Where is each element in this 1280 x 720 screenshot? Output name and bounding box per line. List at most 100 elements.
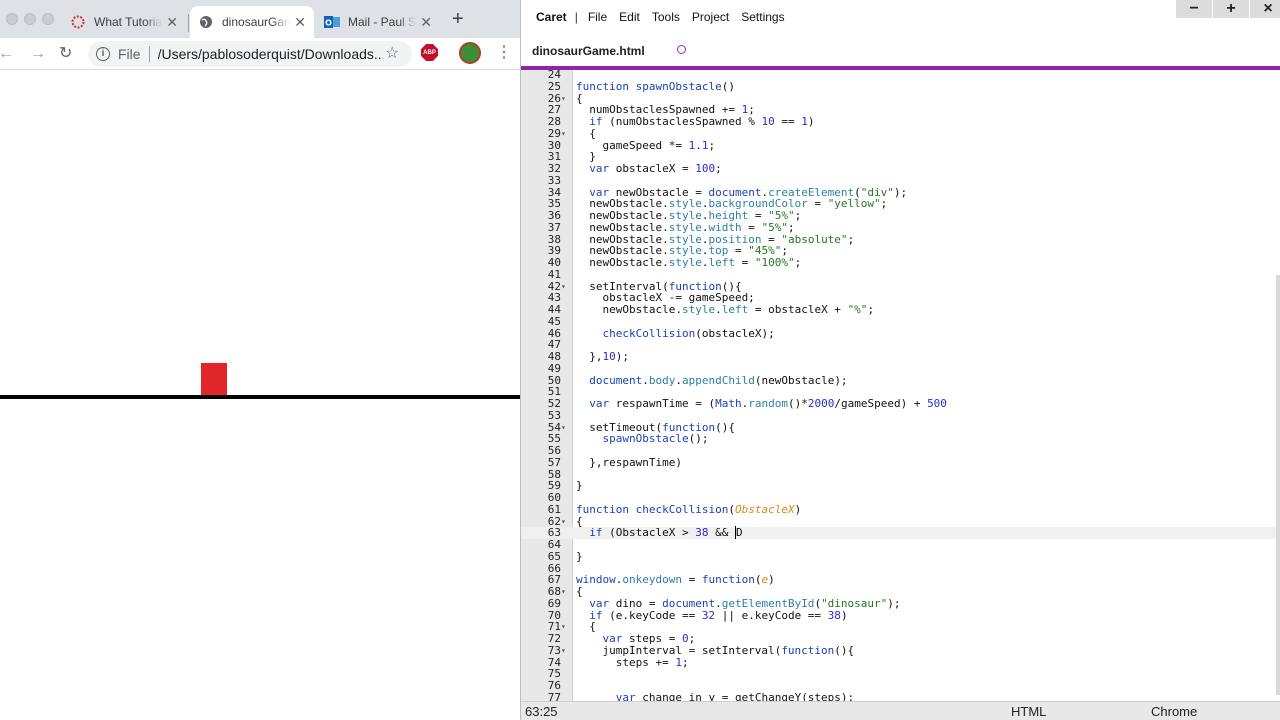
code-text[interactable]: jumpInterval = setInterval(function(){ — [576, 644, 854, 657]
code-text[interactable]: var obstacleX = 100; — [576, 163, 721, 175]
code-line[interactable]: 75 — [521, 668, 1280, 680]
fold-arrow-icon[interactable]: ▾ — [561, 645, 571, 657]
code-text[interactable]: var dino = document.getElementById("dino… — [576, 597, 900, 610]
url-text[interactable]: /Users/pablosoderquist/Downloads... — [158, 46, 383, 62]
code-line[interactable]: 37 newObstacle.style.width = "5%"; — [521, 221, 1280, 234]
close-tab-icon[interactable]: ✕ — [294, 14, 306, 30]
fold-arrow-icon[interactable]: ▾ — [561, 621, 571, 633]
code-text[interactable]: document.body.appendChild(newObstacle); — [576, 374, 847, 387]
browser-tab-mail[interactable]: O Mail - Paul So ✕ — [316, 6, 440, 38]
code-text[interactable]: { — [576, 127, 596, 140]
code-line[interactable]: 32 var obstacleX = 100; — [521, 163, 1280, 175]
extension-avatar-icon[interactable] — [459, 42, 481, 64]
code-text[interactable]: },respawnTime) — [576, 456, 682, 469]
close-tab-icon[interactable]: ✕ — [420, 14, 432, 30]
window-zoom-control[interactable] — [42, 13, 54, 25]
code-text[interactable]: steps += 1; — [576, 656, 689, 669]
code-line[interactable]: 44 newObstacle.style.left = obstacleX + … — [521, 304, 1280, 316]
code-text[interactable]: spawnObstacle(); — [576, 433, 709, 445]
code-line[interactable]: 52 var respawnTime = (Math.random()*2000… — [521, 398, 1280, 410]
code-text[interactable]: newObstacle.style.left = "100%"; — [576, 257, 801, 269]
fold-arrow-icon[interactable]: ▾ — [561, 586, 571, 598]
code-line[interactable]: 46 checkCollision(obstacleX); — [521, 327, 1280, 340]
forward-arrow-icon[interactable]: → — [30, 44, 46, 64]
code-line[interactable]: 68 ▾ { — [521, 586, 1280, 598]
menu-project[interactable]: Project — [692, 10, 729, 24]
code-line[interactable]: 33 — [521, 174, 1280, 187]
code-text[interactable]: gameSpeed *= 1.1; — [576, 139, 715, 152]
browser-tab-dinosaur-game[interactable]: dinosaurGame ✕ — [190, 6, 314, 38]
code-text[interactable]: checkCollision(obstacleX); — [576, 327, 775, 340]
code-text[interactable]: } — [576, 480, 583, 492]
reload-icon[interactable]: ↻ — [59, 44, 72, 64]
bookmark-star-icon[interactable]: ☆ — [385, 43, 399, 63]
code-line[interactable]: 65} — [521, 550, 1280, 563]
unsaved-indicator-icon[interactable] — [677, 45, 686, 54]
code-text[interactable]: if (numObstaclesSpawned % 10 == 1) — [576, 116, 814, 128]
fold-arrow-icon[interactable]: ▾ — [561, 128, 571, 140]
code-text[interactable]: if (ObstacleX > 38 && D — [576, 526, 743, 540]
code-line[interactable]: 72 var steps = 0; — [521, 633, 1280, 645]
code-line[interactable]: 56 — [521, 445, 1280, 457]
code-line[interactable]: 61 function checkCollision(ObstacleX) — [521, 503, 1280, 516]
code-line[interactable]: 55 spawnObstacle(); — [521, 433, 1280, 445]
menu-file[interactable]: File — [588, 10, 607, 24]
fold-arrow-icon[interactable]: ▾ — [561, 422, 571, 434]
code-line[interactable]: 73 ▾ jumpInterval = setInterval(function(… — [521, 644, 1280, 657]
more-menu-icon[interactable]: ⋮ — [496, 42, 512, 64]
fold-arrow-icon[interactable]: ▾ — [561, 93, 571, 105]
code-line[interactable]: 47 — [521, 339, 1280, 351]
code-text[interactable]: } — [576, 550, 583, 563]
address-bar[interactable]: i File /Users/pablosoderquist/Downloads.… — [88, 41, 412, 67]
code-line[interactable]: 40 newObstacle.style.left = "100%"; — [521, 257, 1280, 269]
close-window-button[interactable]: × — [1250, 0, 1280, 18]
code-line[interactable]: 36 newObstacle.style.height = "5%"; — [521, 210, 1280, 222]
code-line[interactable]: 69 var dino = document.getElementById("d… — [521, 597, 1280, 610]
menu-settings[interactable]: Settings — [741, 10, 784, 24]
adblock-extension-icon[interactable]: ABP — [421, 44, 438, 61]
app-name[interactable]: Caret — [536, 10, 567, 24]
file-tab[interactable]: dinosaurGame.html — [521, 34, 701, 68]
code-line-current[interactable]: 63 if (ObstacleX > 38 && D — [521, 526, 1280, 540]
code-text[interactable]: if (e.keyCode == 32 || e.keyCode == 38) — [576, 609, 847, 622]
code-text[interactable]: function checkCollision(ObstacleX) — [576, 503, 801, 516]
code-text[interactable]: var respawnTime = (Math.random()*2000/ga… — [576, 398, 947, 410]
fold-arrow-icon[interactable]: ▾ — [561, 281, 571, 293]
launch-target[interactable]: Chrome — [1151, 704, 1197, 719]
info-icon[interactable]: i — [96, 47, 110, 61]
code-line[interactable]: 67 window.onkeydown = function(e) — [521, 574, 1280, 586]
browser-tab-what-tutorial[interactable]: What Tutorial ✕ — [62, 6, 186, 38]
code-text[interactable]: var steps = 0; — [576, 633, 696, 645]
code-line[interactable]: 28 if (numObstaclesSpawned % 10 == 1) — [521, 116, 1280, 128]
menu-tools[interactable]: Tools — [652, 10, 680, 24]
code-text[interactable]: { — [576, 586, 583, 598]
code-line[interactable]: 25 function spawnObstacle() — [521, 80, 1280, 93]
syntax-mode[interactable]: HTML — [1011, 704, 1046, 719]
code-line[interactable]: 77 var change_in_y = getChangeY(steps); — [521, 691, 1280, 701]
window-close-control[interactable] — [6, 13, 18, 25]
code-line[interactable]: 64 — [521, 539, 1280, 551]
code-line[interactable]: 59} — [521, 480, 1280, 492]
minimize-window-button[interactable]: − — [1176, 0, 1212, 18]
code-line[interactable]: 53 — [521, 409, 1280, 422]
back-arrow-icon[interactable]: ← — [0, 44, 14, 64]
code-editor[interactable]: 24 25 function spawnObstacle() 26 ▾{27 numOb… — [521, 70, 1280, 701]
new-tab-icon[interactable]: + — [452, 9, 464, 29]
code-line[interactable]: 48 },10); — [521, 351, 1280, 363]
code-lines[interactable]: 24 25 function spawnObstacle() 26 ▾{27 numOb… — [521, 70, 1280, 701]
code-line[interactable]: 74 steps += 1; — [521, 656, 1280, 669]
code-text[interactable]: newObstacle.style.left = obstacleX + "%"… — [576, 304, 874, 316]
editor-scrollbar[interactable] — [1276, 275, 1280, 695]
code-line[interactable]: 29 ▾ { — [521, 127, 1280, 140]
code-line[interactable]: 50 document.body.appendChild(newObstacle… — [521, 374, 1280, 387]
fold-arrow-icon[interactable]: ▾ — [561, 516, 571, 528]
code-text[interactable]: window.onkeydown = function(e) — [576, 574, 775, 586]
code-text[interactable]: },10); — [576, 351, 629, 363]
menu-edit[interactable]: Edit — [619, 10, 640, 24]
code-line[interactable]: 70 if (e.keyCode == 32 || e.keyCode == 3… — [521, 609, 1280, 622]
window-minimize-control[interactable] — [24, 13, 36, 25]
code-line[interactable]: 30 gameSpeed *= 1.1; — [521, 139, 1280, 152]
code-text[interactable]: function spawnObstacle() — [576, 80, 735, 93]
code-line[interactable]: 58 — [521, 468, 1280, 481]
code-line[interactable]: 57 },respawnTime) — [521, 456, 1280, 469]
